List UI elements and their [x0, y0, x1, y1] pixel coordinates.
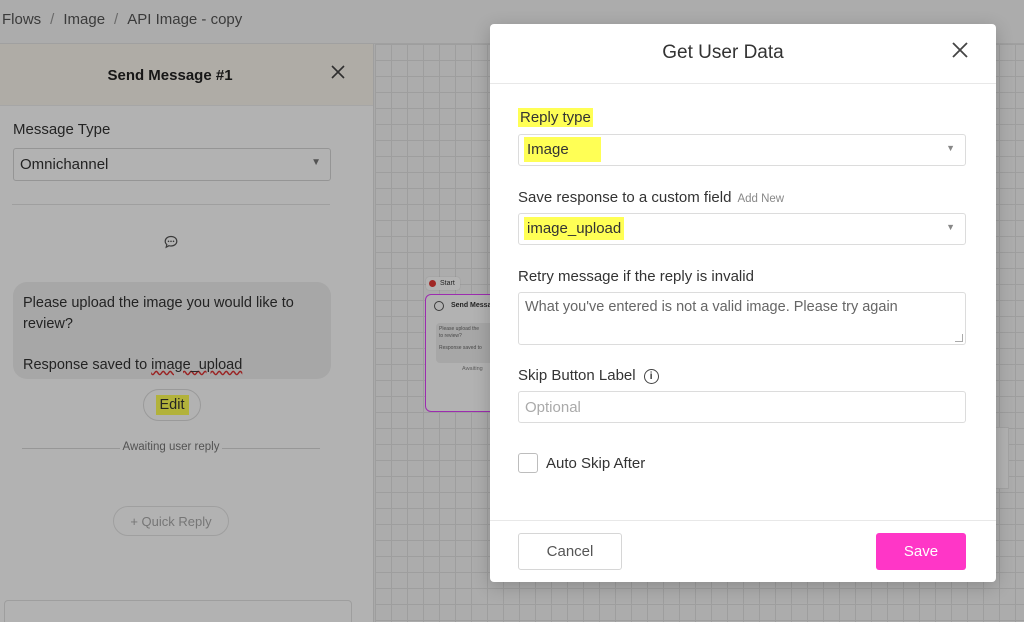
- close-icon[interactable]: [948, 38, 972, 62]
- info-icon[interactable]: i: [643, 369, 659, 384]
- get-user-data-modal: Get User Data Reply type Image ▼ Save re…: [490, 24, 996, 582]
- custom-field-value: image_upload: [524, 217, 625, 240]
- resize-handle-icon[interactable]: [955, 334, 963, 342]
- reply-type-value: Image: [524, 137, 601, 162]
- save-response-label: Save response to a custom field Add New: [518, 189, 784, 206]
- save-button[interactable]: Save: [876, 533, 966, 570]
- skip-button-label-text: Skip Button Label: [518, 367, 636, 384]
- modal-header: Get User Data: [490, 24, 996, 84]
- retry-message-textarea[interactable]: What you've entered is not a valid image…: [518, 292, 966, 345]
- modal-title: Get User Data: [662, 42, 784, 63]
- skip-button-input[interactable]: [518, 391, 966, 423]
- skip-button-label: Skip Button Label i: [518, 367, 659, 384]
- chevron-down-icon: ▼: [946, 222, 955, 232]
- cancel-button[interactable]: Cancel: [518, 533, 622, 570]
- reply-type-label: Reply type: [518, 108, 593, 127]
- retry-message-label: Retry message if the reply is invalid: [518, 268, 754, 285]
- retry-message-text: What you've entered is not a valid image…: [525, 299, 898, 315]
- auto-skip-checkbox[interactable]: [518, 453, 538, 473]
- reply-type-label-text: Reply type: [518, 108, 593, 127]
- custom-field-select[interactable]: image_upload ▼: [518, 213, 966, 245]
- reply-type-select[interactable]: Image ▼: [518, 134, 966, 166]
- auto-skip-label: Auto Skip After: [546, 455, 646, 472]
- chevron-down-icon: ▼: [946, 143, 955, 153]
- modal-footer-divider: [490, 520, 996, 521]
- save-response-label-text: Save response to a custom field: [518, 189, 732, 206]
- add-new-link[interactable]: Add New: [737, 193, 784, 205]
